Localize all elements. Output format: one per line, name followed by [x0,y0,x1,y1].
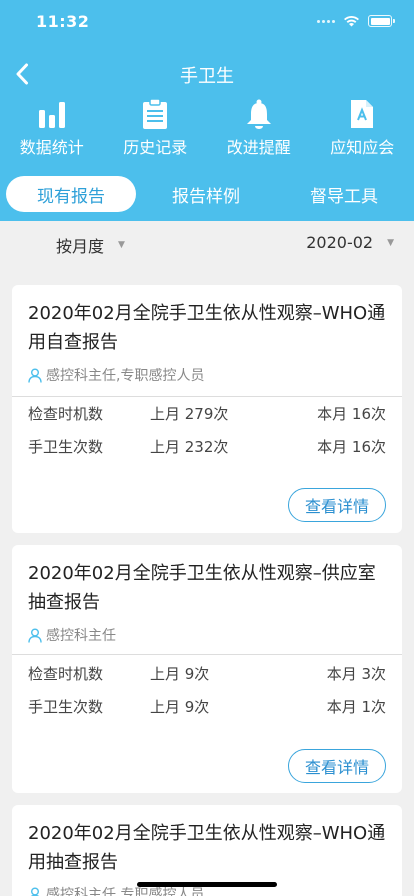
quick-item-knowledge[interactable]: 应知应会 [311,98,414,160]
filter-bar: 按月度 ▼ 2020-02 ▼ [0,221,414,265]
date-select-value: 2020-02 [306,233,374,252]
stat-row: 手卫生次数 上月 232次 本月 16次 [28,436,386,460]
stat-last-month: 上月 9次 [150,665,210,683]
document-a-icon [346,98,378,130]
quick-item-data-stats[interactable]: 数据统计 [0,98,104,160]
stat-last-month: 上月 232次 [150,438,229,456]
stat-row: 手卫生次数 上月 9次 本月 1次 [28,696,386,720]
caret-down-icon: ▼ [387,237,394,248]
bar-chart-icon [36,98,68,130]
home-indicator[interactable] [137,882,277,887]
clipboard-icon [139,98,171,130]
page-title: 手卫生 [180,66,234,87]
stat-label: 检查时机数 [28,665,104,683]
report-author: 感控科主任 [28,625,116,645]
card-divider [12,396,402,397]
period-select[interactable]: 按月度 ▼ [56,233,125,257]
view-details-button[interactable]: 查看详情 [288,749,386,783]
card-divider [12,654,402,655]
report-title: 2020年02月全院手卫生依从性观察–WHO通用抽查报告 [28,823,386,873]
user-icon [28,887,42,896]
status-icons [317,15,395,27]
wifi-icon [344,15,359,27]
status-time: 11:32 [36,12,90,31]
stat-this-month: 本月 16次 [317,438,386,456]
signal-icon [317,19,335,23]
stat-label: 手卫生次数 [28,698,104,716]
report-card[interactable]: 2020年02月全院手卫生依从性观察–供应室抽查报告 感控科主任 检查时机数 上… [12,545,402,793]
quick-menu: 数据统计 历史记录 改进提醒 应知应会 [0,98,414,160]
quick-item-reminders[interactable]: 改进提醒 [207,98,311,160]
stat-label: 检查时机数 [28,405,104,423]
report-title: 2020年02月全院手卫生依从性观察–WHO通用自查报告 [28,303,386,353]
stat-row: 检查时机数 上月 279次 本月 16次 [28,403,386,427]
quick-item-label: 改进提醒 [226,138,291,157]
tab-supervision-tools[interactable]: 督导工具 [284,176,404,212]
stat-last-month: 上月 279次 [150,405,229,423]
app-header: 11:32 手卫生 数据统计 历史记录 改进提醒 应知应会 现有报告 报告样例 … [0,0,414,221]
user-icon [28,628,42,643]
quick-item-label: 历史记录 [123,138,188,157]
stat-this-month: 本月 3次 [326,665,386,683]
battery-icon [368,15,395,27]
report-tabs: 现有报告 报告样例 督导工具 [0,174,414,214]
tab-report-samples[interactable]: 报告样例 [146,176,266,212]
report-author-text: 感控科主任 [46,628,116,644]
quick-item-label: 应知应会 [330,138,395,157]
quick-item-label: 数据统计 [19,138,84,157]
report-card[interactable]: 2020年02月全院手卫生依从性观察–WHO通用自查报告 感控科主任,专职感控人… [12,285,402,533]
tab-current-reports[interactable]: 现有报告 [6,176,136,212]
quick-item-history[interactable]: 历史记录 [104,98,208,160]
caret-down-icon: ▼ [118,240,125,250]
report-title: 2020年02月全院手卫生依从性观察–供应室抽查报告 [28,563,376,613]
nav-bar: 手卫生 [0,52,414,96]
status-bar: 11:32 [0,0,414,44]
report-author: 感控科主任,专职感控人员 [28,365,204,385]
date-select[interactable]: 2020-02 ▼ [306,233,394,252]
bell-icon [243,98,275,130]
period-select-value: 按月度 [56,237,105,256]
stat-last-month: 上月 9次 [150,698,210,716]
stat-row: 检查时机数 上月 9次 本月 3次 [28,663,386,687]
stat-this-month: 本月 1次 [326,698,386,716]
user-icon [28,368,42,383]
report-author-text: 感控科主任,专职感控人员 [46,368,205,384]
stat-this-month: 本月 16次 [317,405,386,423]
stat-label: 手卫生次数 [28,438,104,456]
view-details-button[interactable]: 查看详情 [288,488,386,522]
